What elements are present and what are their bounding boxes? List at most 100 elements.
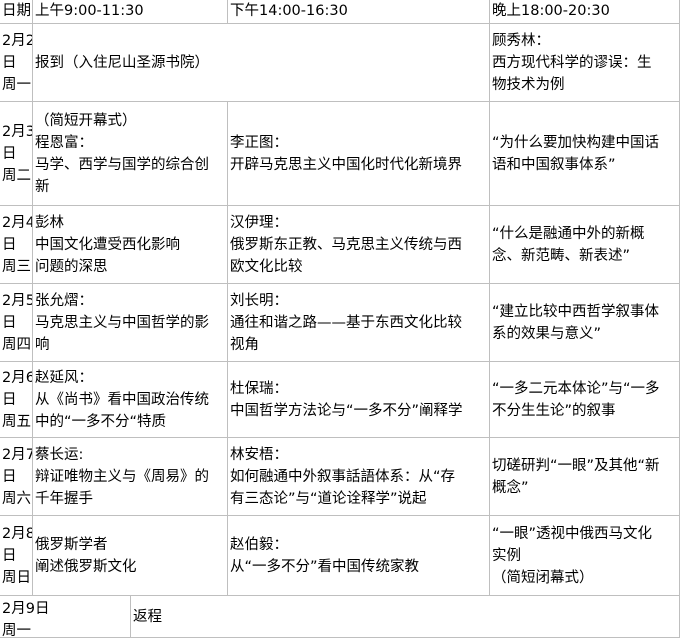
cell-line: 新 [35,178,50,195]
date-cell: 2月6 日周五 [0,362,33,438]
merged-cell: 返程 [131,596,680,638]
cell-line: 周三 [2,258,31,275]
cell-line: 2月5 [2,292,33,309]
morning-cell: （简短开幕式） 程恩富： 马学、西学与国学的综合创新 [33,102,228,206]
cell-line: 赵伯毅： [230,536,288,553]
cell-line: 周六 [2,490,31,507]
cell-line: 张允熠： [35,292,93,309]
cell-line: 概念” [492,479,529,496]
cell-line: “什么是融通中外的新概 [492,225,645,242]
date-cell: 2月9日周一 [0,596,131,638]
date-cell: 2月5 日周四 [0,284,33,362]
cell-line: 中国文化遭受西化影响 [35,236,180,253]
date-cell: 2月7 日周六 [0,438,33,516]
cell-line: 2月9日 [2,601,50,617]
cell-line: 2月8 [2,525,33,542]
cell-line: 如何融通中外叙事話語体系：从“存 [230,468,456,485]
evening-cell: “什么是融通中外的新概 念、新范畴、新表述” [490,206,680,284]
cell-line: 中国哲学方法论与“一多不分”阐释学 [230,402,463,419]
cell-line: 周四 [2,336,31,353]
cell-line: 蔡长运: [35,446,84,463]
afternoon-cell: 林安梧： 如何融通中外叙事話語体系：从“存 有三态论”与“道论诠释学”说起 [228,438,490,516]
cell-line: 千年握手 [35,490,93,507]
cell-line: 2月7 [2,446,33,463]
cell-line: 切磋研判“一眼”及其他“新 [492,457,660,474]
cell-line: 辩证唯物主义与《周易》的 [35,468,209,485]
cell-line: 俄罗斯东正教、马克思主义传统与西 [230,236,462,253]
cell-line: 日 [2,236,17,253]
evening-cell: 切磋研判“一眼”及其他“新 概念” [490,438,680,516]
cell-line: 从《尚书》看中国政治传统 [35,391,209,408]
afternoon-cell: 汉伊理： 俄罗斯东正教、马克思主义传统与西 欧文化比较 [228,206,490,284]
cell-line: 中的“一多不分“特质 [35,413,167,430]
cell-line: 通往和谐之路——基于东西文化比较 [230,314,462,331]
cell-line: 日 [2,547,17,564]
header-evening: 晚上18:00-20:30 [490,0,680,24]
cell-line: 下午14:00-16:30 [230,3,348,19]
cell-line: “一眼”透视中俄西马文化 [492,525,653,542]
cell-line: 欧文化比较 [230,258,303,275]
evening-cell: “为什么要加快构建中国话 语和中国叙事体系” [490,102,680,206]
cell-line: 日 [2,314,17,331]
cell-line: 俄罗斯学者 [35,536,108,553]
cell-line: 周一 [2,76,31,93]
cell-line: 2月6 [2,369,33,386]
cell-line: 汉伊理： [230,214,288,231]
cell-line: 开辟马克思主义中国化时代化新境界 [230,156,462,173]
cell-line: 日 [2,54,17,71]
cell-line: 2月4 [2,214,33,231]
cell-line: 问题的深思 [35,258,108,275]
cell-line: 响 [35,336,50,353]
evening-cell: “一眼”透视中俄西马文化 实例 （简短闭幕式） [490,516,680,596]
cell-line: 马学、西学与国学的综合创 [35,156,209,173]
cell-line: 周一 [2,623,31,638]
cell-line: 物技术为例 [492,76,565,93]
cell-line: 2月2 [2,32,33,49]
cell-line: 返程 [133,608,162,625]
cell-line: 周二 [2,167,31,184]
cell-line: 系的效果与意义” [492,325,602,342]
cell-line: 从“一多不分”看中国传统家教 [230,558,420,575]
cell-line: 视角 [230,336,259,353]
cell-line: 不分生生论”的叙事 [492,402,616,419]
cell-line: 阐述俄罗斯文化 [35,558,137,575]
date-cell: 2月8 日周日 [0,516,33,596]
cell-line: 上午9:00-11:30 [35,3,144,19]
afternoon-cell: 杜保瑞： 中国哲学方法论与“一多不分”阐释学 [228,362,490,438]
evening-cell: “一多二元本体论”与“一多 不分生生论”的叙事 [490,362,680,438]
cell-line: 有三态论”与“道论诠释学”说起 [230,490,427,507]
cell-line: 西方现代科学的谬误：生 [492,54,652,71]
cell-line: 刘长明： [230,292,288,309]
cell-line: 顾秀林： [492,32,550,49]
schedule-table: 日期 上午9:00-11:30 下午14:00-16:30 晚上18:00-20:30… [0,0,680,638]
cell-line: 日 [2,468,17,485]
cell-line: 实例 [492,547,521,564]
cell-line: 周五 [2,413,31,430]
cell-line: “一多二元本体论”与“一多 [492,380,660,397]
cell-line: “建立比较中西哲学叙事体 [492,303,660,320]
afternoon-cell: 刘长明： 通往和谐之路——基于东西文化比较 视角 [228,284,490,362]
cell-line: 语和中国叙事体系” [492,156,616,173]
header-morning: 上午9:00-11:30 [33,0,228,24]
date-cell: 2月2 日周一 [0,24,33,102]
header-date: 日期 [0,0,33,24]
morning-cell: 赵延风： 从《尚书》看中国政治传统 中的“一多不分“特质 [33,362,228,438]
cell-line: 日 [2,145,17,162]
afternoon-cell: 李正图： 开辟马克思主义中国化时代化新境界 [228,102,490,206]
evening-cell: 顾秀林： 西方现代科学的谬误：生 物技术为例 [490,24,680,102]
morning-cell: 彭林 中国文化遭受西化影响 问题的深思 [33,206,228,284]
cell-line: 程恩富： [35,134,93,151]
morning-cell: 张允熠： 马克思主义与中国哲学的影响 [33,284,228,362]
cell-line: 日期 [2,3,31,19]
cell-line: 杜保瑞： [230,380,288,397]
date-cell: 2月3 日周二 [0,102,33,206]
header-afternoon: 下午14:00-16:30 [228,0,490,24]
cell-line: （简短开幕式） [35,112,137,129]
cell-line: 2月3 [2,123,33,140]
cell-line: 马克思主义与中国哲学的影 [35,314,209,331]
merged-cell: 报到（入住尼山圣源书院） [33,24,490,102]
cell-line: 晚上18:00-20:30 [492,3,610,19]
cell-line: 李正图： [230,134,288,151]
cell-line: （简短闭幕式） [492,569,594,586]
date-cell: 2月4 日周三 [0,206,33,284]
